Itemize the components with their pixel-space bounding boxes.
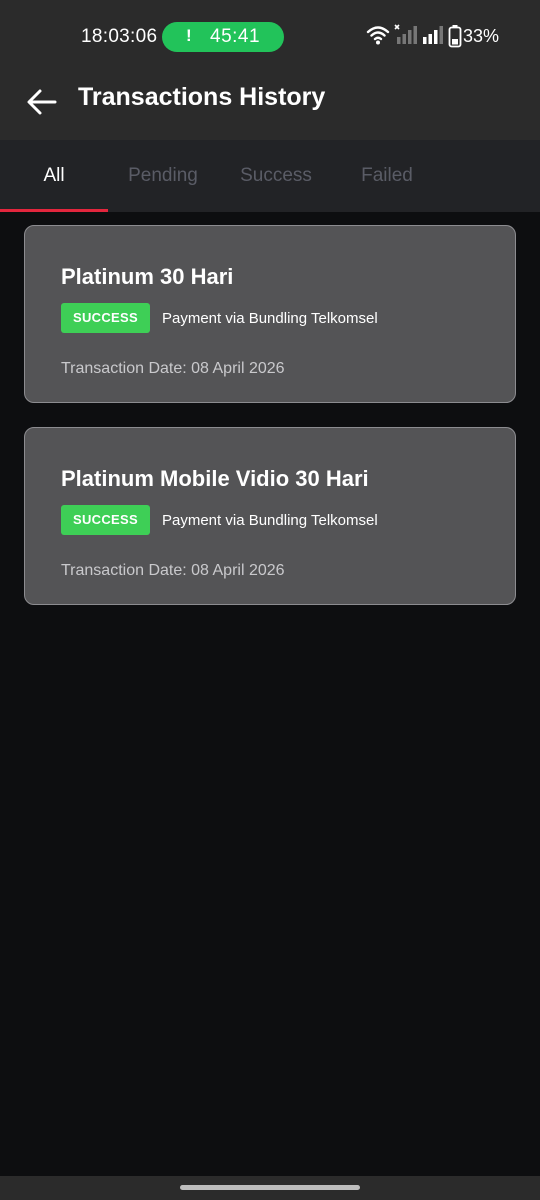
- call-alert-icon: !: [186, 26, 192, 45]
- arrow-left-icon: [27, 89, 57, 115]
- call-timer: 45:41: [210, 26, 261, 47]
- wifi-icon: [366, 26, 390, 45]
- tab-success[interactable]: Success: [218, 140, 334, 212]
- transaction-title: Platinum Mobile Vidio 30 Hari: [61, 466, 369, 491]
- signal-no-service-icon: [394, 24, 417, 44]
- tab-failed[interactable]: Failed: [334, 140, 440, 212]
- status-bar: 18:03:06 ! 45:41 33%: [0, 0, 540, 70]
- battery-percent: 33%: [463, 26, 500, 46]
- back-button[interactable]: [22, 82, 62, 122]
- battery-icon: [448, 25, 462, 48]
- transaction-title: Platinum 30 Hari: [61, 264, 234, 289]
- transaction-card[interactable]: Platinum 30 Hari SUCCESS Payment via Bun…: [24, 225, 516, 403]
- payment-method: Payment via Bundling Telkomsel: [162, 512, 378, 529]
- transaction-date: Transaction Date: 08 April 2026: [61, 562, 285, 579]
- status-time: 18:03:06: [81, 26, 158, 47]
- app-bar: Transactions History: [0, 70, 540, 140]
- payment-method: Payment via Bundling Telkomsel: [162, 310, 378, 327]
- home-gesture-handle[interactable]: [180, 1185, 360, 1190]
- transaction-date: Transaction Date: 08 April 2026: [61, 360, 285, 377]
- tab-pending[interactable]: Pending: [108, 140, 218, 212]
- active-tab-indicator: [0, 209, 108, 212]
- page-title: Transactions History: [78, 83, 326, 111]
- transaction-card[interactable]: Platinum Mobile Vidio 30 Hari SUCCESS Pa…: [24, 427, 516, 605]
- ongoing-call-pill[interactable]: ! 45:41: [162, 22, 284, 52]
- status-badge: SUCCESS: [61, 505, 150, 535]
- status-badge: SUCCESS: [61, 303, 150, 333]
- system-nav-bar: [0, 1176, 540, 1200]
- signal-icon: [423, 26, 443, 44]
- tab-all[interactable]: All: [0, 140, 108, 212]
- tab-bar: All Pending Success Failed: [0, 140, 540, 212]
